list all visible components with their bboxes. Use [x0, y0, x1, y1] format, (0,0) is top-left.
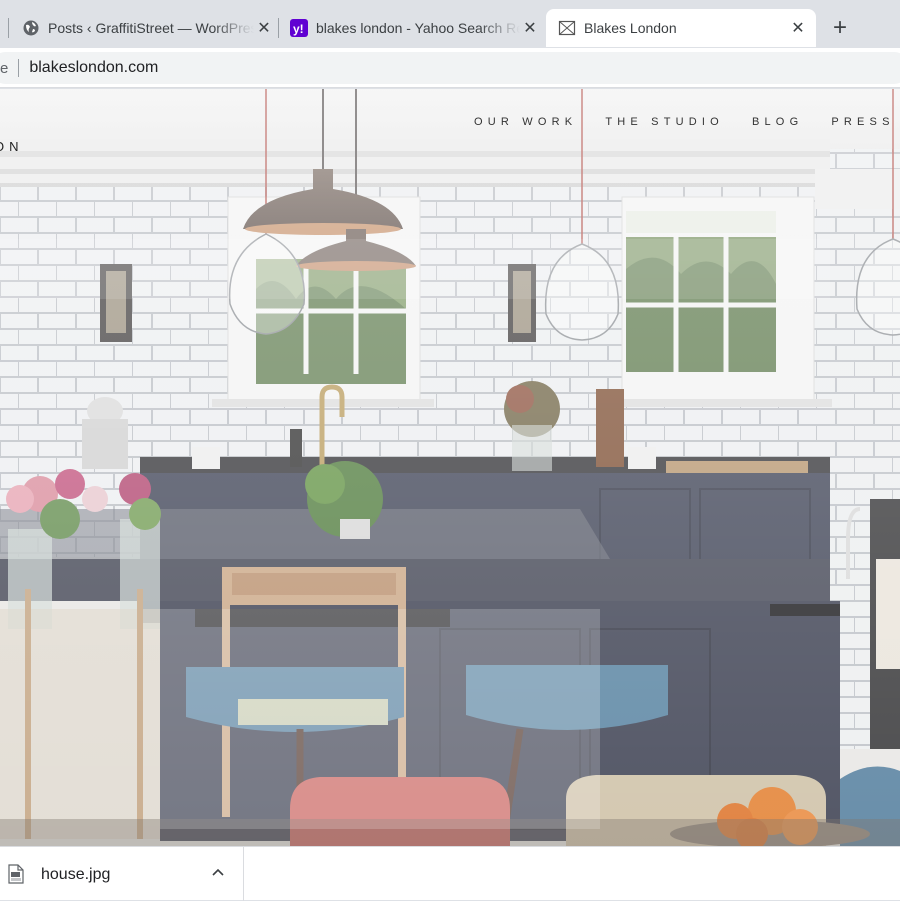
address-separator — [18, 59, 20, 77]
tab-title: Posts ‹ GraffitiStreet — WordPress — [48, 20, 254, 36]
new-tab-button[interactable]: + — [828, 14, 852, 41]
download-shelf: house.jpg — [0, 846, 900, 901]
nav-blog[interactable]: BLOG — [752, 116, 803, 128]
globe-icon — [22, 19, 40, 37]
tab-blakes-london[interactable]: Blakes London ✕ — [546, 9, 816, 47]
tab-separator — [278, 18, 279, 38]
close-icon[interactable]: ✕ — [788, 18, 808, 38]
nav-our-work[interactable]: OUR WORK — [474, 116, 577, 128]
hero-image — [0, 89, 900, 846]
blakes-favicon-icon — [558, 19, 576, 37]
tab-wordpress[interactable]: Posts ‹ GraffitiStreet — WordPress ✕ — [22, 9, 274, 47]
site-nav: OUR WORK THE STUDIO BLOG PRESS — [474, 116, 895, 128]
close-icon[interactable]: ✕ — [520, 18, 540, 38]
yahoo-icon: y! — [290, 19, 308, 37]
close-icon[interactable]: ✕ — [254, 18, 274, 38]
svg-text:y!: y! — [293, 22, 304, 36]
tab-yahoo-search[interactable]: y! blakes london - Yahoo Search Results … — [290, 9, 540, 47]
address-bar[interactable]: e blakeslondon.com — [0, 52, 900, 84]
tab-title: Blakes London — [584, 20, 677, 36]
brand-logo-text[interactable]: ON — [0, 139, 24, 154]
tab-separator — [8, 18, 9, 38]
tab-title: blakes london - Yahoo Search Results — [316, 20, 520, 36]
nav-press[interactable]: PRESS — [831, 116, 894, 128]
tab-strip: Posts ‹ GraffitiStreet — WordPress ✕ y! … — [0, 0, 900, 50]
page-viewport: ON OUR WORK THE STUDIO BLOG PRESS — [0, 89, 900, 846]
url-text[interactable]: blakeslondon.com — [29, 59, 158, 77]
chevron-up-icon[interactable] — [210, 865, 226, 881]
toolbar: e blakeslondon.com — [0, 48, 900, 88]
download-filename: house.jpg — [41, 866, 111, 883]
jpeg-file-icon — [8, 864, 24, 884]
download-item[interactable]: house.jpg — [0, 847, 244, 901]
nav-the-studio[interactable]: THE STUDIO — [605, 116, 724, 128]
security-indicator[interactable]: e — [0, 60, 8, 77]
